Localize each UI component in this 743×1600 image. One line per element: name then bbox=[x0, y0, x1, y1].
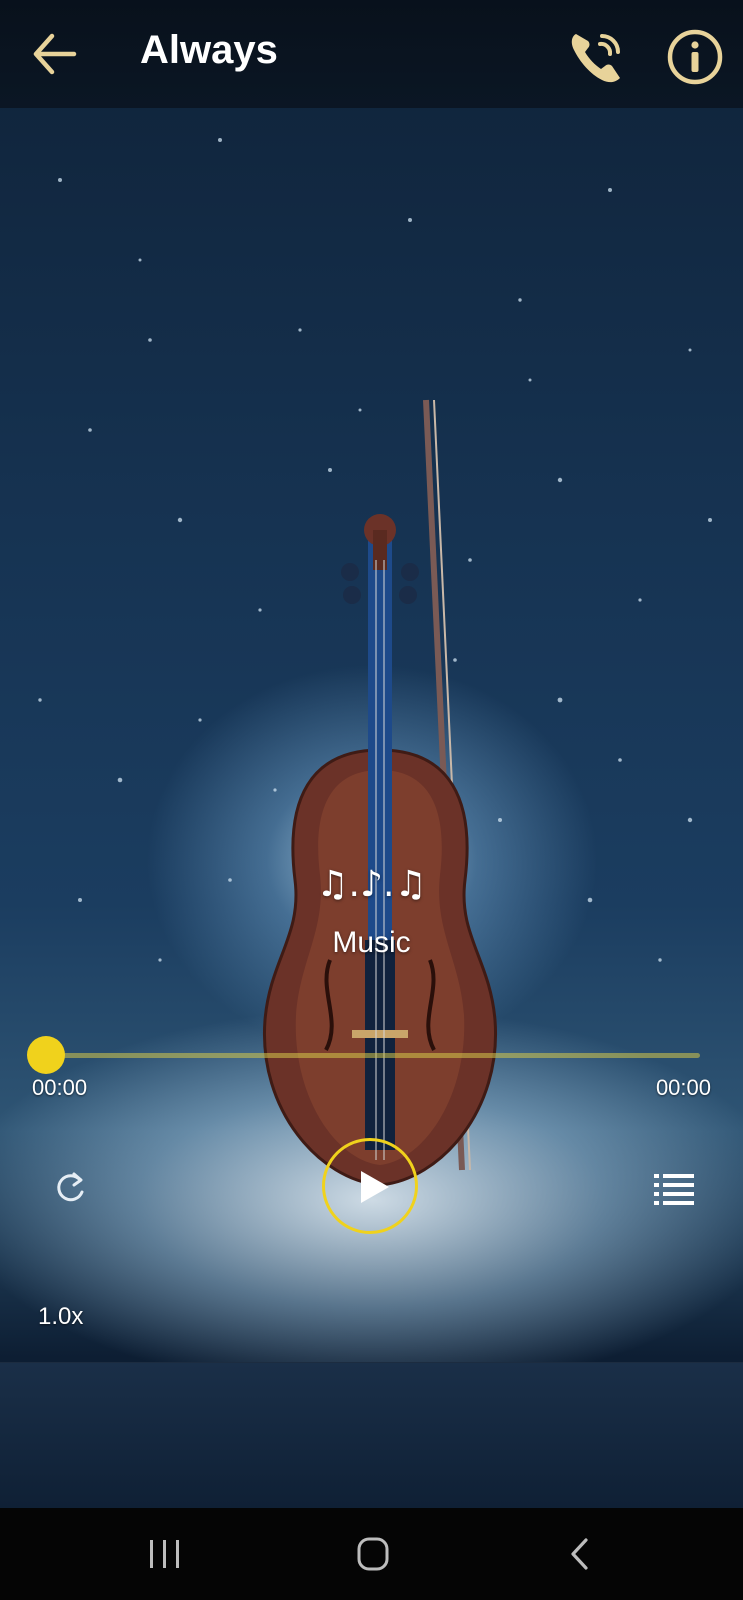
top-app-bar bbox=[0, 0, 743, 108]
playlist-icon[interactable] bbox=[654, 1172, 694, 1206]
page-title: Always bbox=[140, 28, 278, 72]
current-time: 00:00 bbox=[32, 1075, 88, 1100]
music-notes-text: ♫.♪.♫ bbox=[316, 864, 427, 905]
seek-bar[interactable] bbox=[44, 1053, 700, 1058]
system-nav-bar bbox=[0, 1508, 743, 1600]
phone-call-icon[interactable] bbox=[568, 28, 626, 86]
info-icon[interactable] bbox=[666, 28, 724, 86]
seek-thumb[interactable] bbox=[27, 1036, 65, 1074]
arrow-left-icon[interactable] bbox=[30, 30, 78, 78]
playback-speed[interactable]: 1.0x bbox=[38, 1303, 83, 1331]
play-icon bbox=[361, 1171, 389, 1203]
lower-panel bbox=[0, 1363, 743, 1508]
play-button[interactable] bbox=[322, 1138, 418, 1234]
repeat-icon[interactable] bbox=[50, 1168, 90, 1208]
home-icon[interactable] bbox=[356, 1536, 390, 1572]
total-time: 00:00 bbox=[655, 1075, 711, 1100]
violin-illustration bbox=[262, 399, 498, 1187]
recents-icon[interactable] bbox=[148, 1538, 182, 1570]
track-label: Music bbox=[332, 926, 411, 959]
nav-back-icon[interactable] bbox=[568, 1536, 592, 1572]
